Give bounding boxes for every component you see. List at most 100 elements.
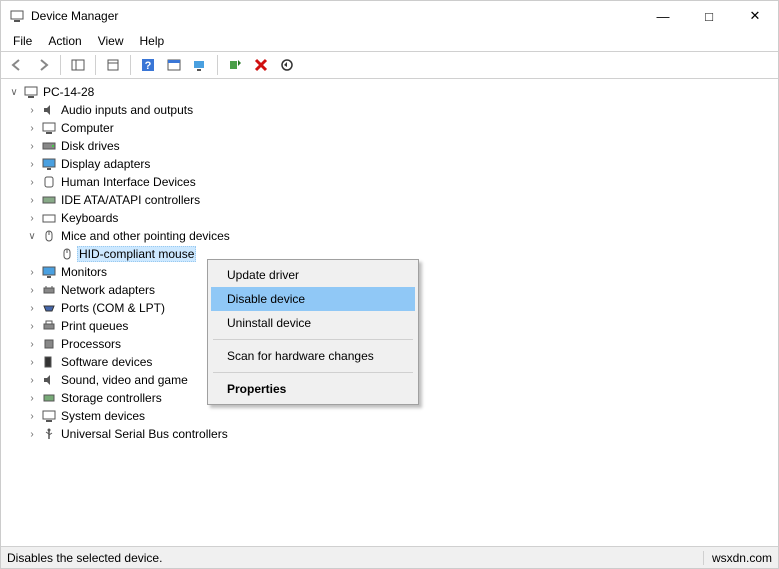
maximize-button[interactable]: □ [686,1,732,31]
tree-item-label: Monitors [61,265,107,279]
device-category-icon [41,174,57,190]
tree-category[interactable]: ›Keyboards [25,209,778,227]
tree-item-label: Display adapters [61,157,150,171]
device-category-icon [41,390,57,406]
collapse-icon[interactable]: ∨ [7,85,21,99]
enable-button[interactable] [223,54,247,76]
computer-icon [23,84,39,100]
tree-item-label: IDE ATA/ATAPI controllers [61,193,200,207]
device-category-icon [41,102,57,118]
expand-icon[interactable]: › [25,211,39,225]
expand-icon[interactable]: › [25,319,39,333]
menu-view[interactable]: View [90,32,132,50]
tree-root[interactable]: ∨ PC-14-28 [7,83,778,101]
ctx-disable-device[interactable]: Disable device [211,287,415,311]
device-category-icon [41,156,57,172]
ctx-properties[interactable]: Properties [211,377,415,401]
show-hide-tree-button[interactable] [66,54,90,76]
tree-item-label: Processors [61,337,121,351]
expand-icon[interactable]: › [25,283,39,297]
scan-button[interactable] [188,54,212,76]
menu-bar: File Action View Help [1,31,778,51]
expand-icon[interactable]: › [25,355,39,369]
expand-icon[interactable]: › [25,193,39,207]
menu-file[interactable]: File [5,32,40,50]
device-category-icon [41,426,57,442]
tree-item-label: Audio inputs and outputs [61,103,193,117]
window-title: Device Manager [31,9,640,23]
forward-button[interactable] [31,54,55,76]
update-button[interactable] [275,54,299,76]
mouse-icon [59,246,75,262]
device-category-icon [41,300,57,316]
expand-icon[interactable]: › [25,301,39,315]
tree-category[interactable]: ›Computer [25,119,778,137]
tree-item-label: Ports (COM & LPT) [61,301,165,315]
minimize-button[interactable]: — [640,1,686,31]
toolbar-separator [60,55,61,75]
context-menu: Update driver Disable device Uninstall d… [207,259,419,405]
tree-item-label: Software devices [61,355,152,369]
collapse-icon[interactable]: ∨ [25,229,39,243]
expand-icon[interactable]: › [25,103,39,117]
toolbar-separator [217,55,218,75]
help-button[interactable]: ? [136,54,160,76]
tree-category[interactable]: › Human Interface Devices [25,173,778,191]
tree-item-label: HID-compliant mouse [77,246,196,262]
ctx-scan-hardware[interactable]: Scan for hardware changes [211,344,415,368]
menu-action[interactable]: Action [40,32,89,50]
tree-category[interactable]: › Audio inputs and outputs [25,101,778,119]
tree-item-label: Universal Serial Bus controllers [61,427,228,441]
ctx-separator [213,339,413,340]
device-category-icon [41,282,57,298]
tree-item-label: System devices [61,409,145,423]
tree-category[interactable]: › Display adapters [25,155,778,173]
device-category-icon [41,372,57,388]
ctx-separator [213,372,413,373]
action-button[interactable] [162,54,186,76]
device-category-icon [41,210,57,226]
tree-root-label: PC-14-28 [43,85,94,99]
device-category-icon [41,336,57,352]
expand-icon[interactable]: › [25,121,39,135]
expand-icon[interactable]: › [25,427,39,441]
expand-icon[interactable]: › [25,337,39,351]
device-category-icon [41,120,57,136]
tree-item-label: Disk drives [61,139,120,153]
expand-icon[interactable]: › [25,409,39,423]
app-icon [9,8,25,24]
tree-category[interactable]: › Universal Serial Bus controllers [25,425,778,443]
tree-category[interactable]: ∨ Mice and other pointing devices [25,227,778,245]
menu-help[interactable]: Help [132,32,173,50]
ctx-uninstall-device[interactable]: Uninstall device [211,311,415,335]
ctx-label: Update driver [227,268,299,282]
tree-item-label: Mice and other pointing devices [61,229,230,243]
tree-item-label: Print queues [61,319,128,333]
close-button[interactable]: ✕ [732,1,778,31]
title-bar: Device Manager — □ ✕ [1,1,778,31]
device-category-icon [41,354,57,370]
status-bar: Disables the selected device. wsxdn.com [1,546,778,568]
expand-icon[interactable]: › [25,373,39,387]
device-category-icon [41,318,57,334]
tree-category[interactable]: › System devices [25,407,778,425]
device-category-icon [41,192,57,208]
expand-icon[interactable]: › [25,265,39,279]
tree-category[interactable]: › IDE ATA/ATAPI controllers [25,191,778,209]
expand-icon[interactable]: › [25,175,39,189]
ctx-update-driver[interactable]: Update driver [211,263,415,287]
properties-button[interactable] [101,54,125,76]
back-button[interactable] [5,54,29,76]
tree-item-label: Network adapters [61,283,155,297]
tree-category[interactable]: › Disk drives [25,137,778,155]
expand-icon[interactable]: › [25,139,39,153]
expand-icon[interactable]: › [25,157,39,171]
ctx-label: Properties [227,382,286,396]
tree-item-label: Sound, video and game [61,373,188,387]
toolbar: ? [1,51,778,79]
expand-icon[interactable]: › [25,391,39,405]
uninstall-button[interactable] [249,54,273,76]
ctx-label: Disable device [227,292,305,306]
device-category-icon [41,138,57,154]
tree-item-label: Human Interface Devices [61,175,196,189]
